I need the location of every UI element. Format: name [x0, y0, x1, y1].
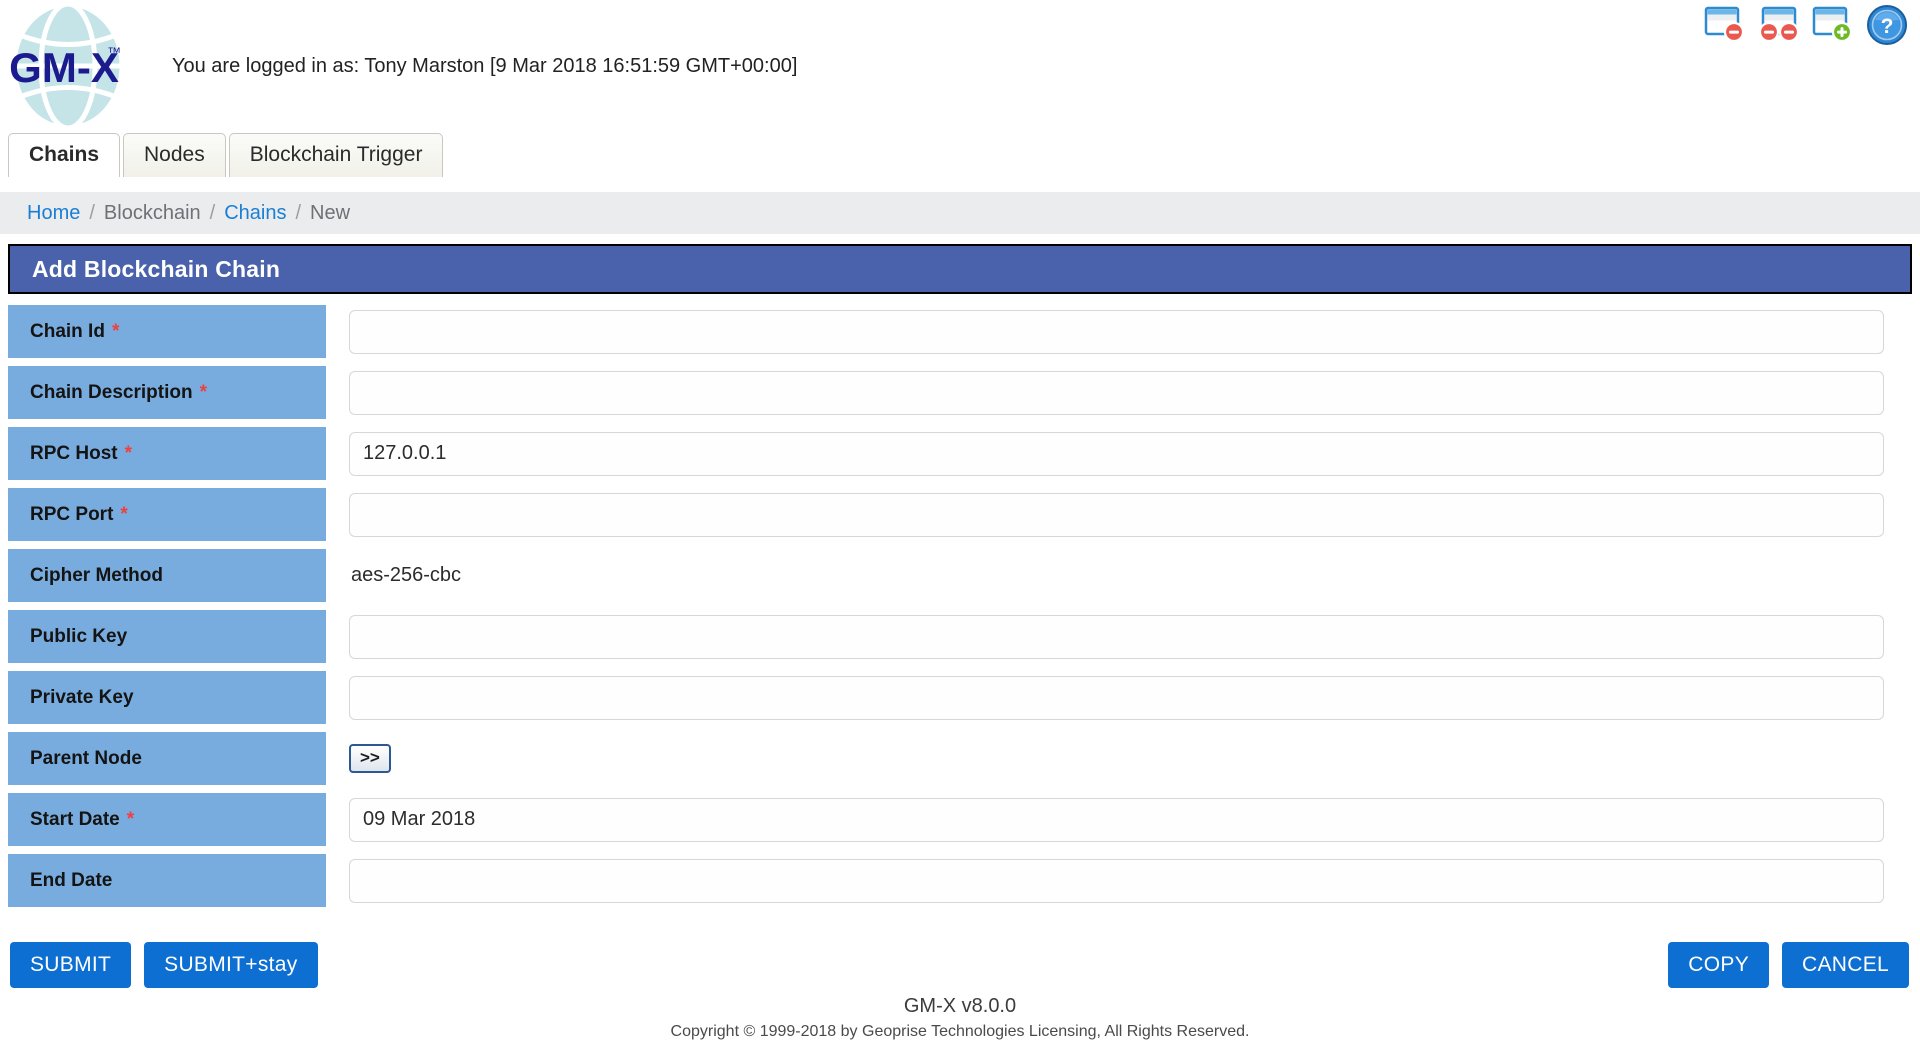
login-status-text: You are logged in as: Tony Marston [9 Ma… [172, 55, 798, 77]
form-row-chain-description: Chain Description * [8, 366, 1912, 419]
help-icon[interactable]: ? [1866, 4, 1908, 46]
private-key-input[interactable] [349, 675, 1884, 720]
label-text: Parent Node [30, 747, 142, 769]
required-marker: * [120, 503, 128, 525]
tab-blockchain-trigger[interactable]: Blockchain Trigger [228, 133, 444, 177]
submit-stay-button[interactable]: SUBMIT+stay [144, 942, 318, 988]
trademark-symbol: ™ [107, 44, 121, 60]
field-wrap: >> [326, 732, 1912, 785]
breadcrumb-separator: / [209, 201, 216, 224]
page-footer: GM-X v8.0.0 Copyright © 1999-2018 by Geo… [0, 995, 1920, 1041]
field-label-public-key: Public Key [8, 610, 326, 663]
logo-wordmark: GM-X [9, 44, 119, 91]
breadcrumb-item-home[interactable]: Home [27, 202, 80, 225]
tab-bar: Chains Nodes Blockchain Trigger [8, 133, 444, 177]
breadcrumb-item-chains[interactable]: Chains [224, 202, 286, 225]
label-text: Private Key [30, 686, 134, 708]
copy-button[interactable]: COPY [1668, 942, 1769, 988]
form-row-end-date: End Date [8, 854, 1912, 907]
label-text: Chain Description [30, 381, 193, 403]
end-date-input[interactable] [349, 858, 1884, 903]
submit-button[interactable]: SUBMIT [10, 942, 132, 988]
form-row-private-key: Private Key [8, 671, 1912, 724]
form-row-parent-node: Parent Node >> [8, 732, 1912, 785]
new-window-icon[interactable] [1812, 4, 1854, 46]
field-label-cipher-method: Cipher Method [8, 549, 326, 602]
close-window-icon[interactable] [1704, 4, 1746, 46]
field-wrap: aes-256-cbc [326, 549, 1912, 602]
required-marker: * [124, 442, 133, 464]
header-icon-group: ? [1704, 4, 1908, 46]
label-text: Start Date [30, 808, 120, 830]
field-wrap [326, 305, 1912, 358]
field-label-chain-description: Chain Description * [8, 366, 326, 419]
label-text: RPC Port [30, 503, 114, 525]
required-marker: * [199, 381, 207, 403]
close-all-windows-icon[interactable] [1758, 4, 1800, 46]
cancel-button[interactable]: CANCEL [1782, 942, 1909, 988]
copyright-text: Copyright © 1999-2018 by Geoprise Techno… [670, 1023, 1250, 1040]
field-label-private-key: Private Key [8, 671, 326, 724]
rpc-host-input[interactable] [349, 431, 1884, 476]
page-title-bar: Add Blockchain Chain [8, 244, 1912, 294]
breadcrumb: Home / Blockchain / Chains / New [0, 192, 1920, 234]
field-wrap [326, 488, 1912, 541]
field-wrap [326, 854, 1912, 907]
field-label-rpc-port: RPC Port * [8, 488, 326, 541]
field-label-chain-id: Chain Id * [8, 305, 326, 358]
form-row-public-key: Public Key [8, 610, 1912, 663]
label-text: RPC Host [30, 442, 118, 464]
form-row-rpc-port: RPC Port * [8, 488, 1912, 541]
required-marker: * [126, 808, 135, 830]
field-wrap [326, 427, 1912, 480]
label-text: Chain Id [30, 320, 105, 342]
breadcrumb-separator: / [295, 201, 302, 224]
form-row-rpc-host: RPC Host * [8, 427, 1912, 480]
breadcrumb-separator: / [89, 201, 95, 224]
field-wrap [326, 610, 1912, 663]
secondary-actions: COPY CANCEL [1668, 942, 1909, 988]
page-title: Add Blockchain Chain [32, 255, 281, 282]
field-wrap [326, 366, 1912, 419]
app-version: GM-X v8.0.0 [903, 995, 1017, 1017]
parent-node-lookup-button[interactable]: >> [349, 743, 391, 774]
breadcrumb-item-new: New [310, 201, 351, 224]
chain-description-input[interactable] [349, 370, 1884, 415]
public-key-input[interactable] [349, 614, 1884, 659]
label-text: Public Key [30, 625, 128, 647]
field-label-parent-node: Parent Node [8, 732, 326, 785]
field-label-rpc-host: RPC Host * [8, 427, 326, 480]
field-label-start-date: Start Date * [8, 793, 326, 846]
form-row-cipher-method: Cipher Method aes-256-cbc [8, 549, 1912, 602]
form-action-bar: SUBMIT SUBMIT+stay COPY CANCEL [0, 942, 1920, 988]
tab-label: Blockchain Trigger [249, 143, 423, 166]
field-wrap [326, 793, 1912, 846]
page-header: GM-X ™ You are logged in as: Tony Marsto… [0, 0, 1920, 133]
rpc-port-input[interactable] [349, 492, 1884, 537]
start-date-input[interactable] [349, 797, 1884, 842]
tab-label: Nodes [144, 143, 205, 166]
label-text: End Date [30, 869, 113, 891]
field-wrap [326, 671, 1912, 724]
cipher-method-value: aes-256-cbc [351, 564, 462, 586]
tab-chains[interactable]: Chains [8, 133, 121, 177]
primary-actions: SUBMIT SUBMIT+stay [10, 942, 318, 988]
form-row-chain-id: Chain Id * [8, 305, 1912, 358]
required-marker: * [111, 320, 120, 342]
svg-text:?: ? [1881, 15, 1894, 38]
label-text: Cipher Method [30, 564, 163, 586]
gmx-logo: GM-X ™ [6, 2, 134, 130]
breadcrumb-item-blockchain: Blockchain [103, 201, 201, 224]
tab-label: Chains [29, 143, 100, 166]
field-label-end-date: End Date [8, 854, 326, 907]
tab-nodes[interactable]: Nodes [123, 133, 226, 177]
form-row-start-date: Start Date * [8, 793, 1912, 846]
add-blockchain-chain-form: Chain Id * Chain Description * RPC Host … [8, 305, 1912, 915]
chain-id-input[interactable] [349, 309, 1884, 354]
